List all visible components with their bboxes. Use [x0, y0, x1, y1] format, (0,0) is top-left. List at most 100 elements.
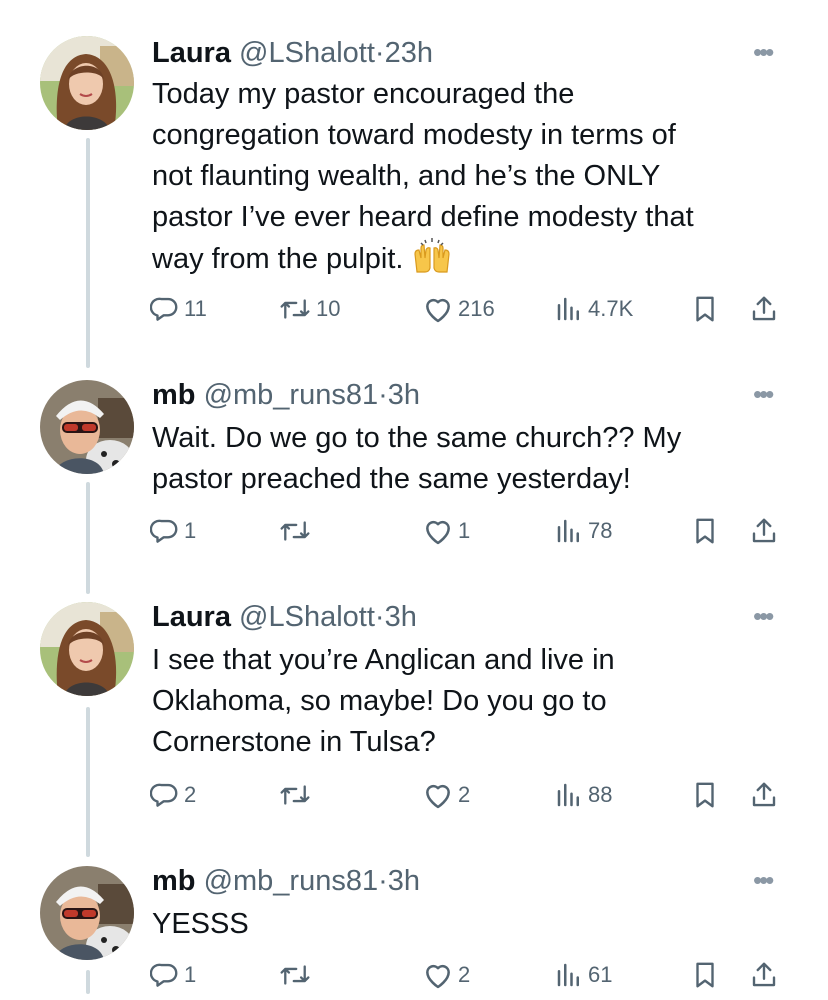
tweet-header: mb @mb_runs81·3h	[152, 864, 420, 898]
tweet-text-line: Today my pastor encouraged the	[152, 78, 575, 110]
share-button[interactable]	[748, 780, 780, 810]
bookmark-icon	[696, 782, 714, 808]
reply-button[interactable]: 2	[150, 780, 196, 810]
reply-count: 1	[184, 962, 197, 987]
bookmark-icon	[696, 296, 714, 322]
author-handle[interactable]: @mb_runs81	[204, 865, 379, 897]
like-button[interactable]: 2	[422, 960, 470, 990]
bookmark-button[interactable]	[690, 780, 720, 810]
share-button[interactable]	[748, 294, 780, 324]
author-name[interactable]: mb	[152, 379, 196, 411]
view-count: 88	[588, 782, 613, 807]
share-icon	[752, 518, 776, 543]
author-handle[interactable]: @mb_runs81	[204, 379, 379, 411]
timestamp[interactable]: 23h	[385, 37, 433, 69]
like-button[interactable]: 2	[422, 780, 470, 810]
separator-dot: ·	[374, 37, 385, 69]
view-count: 4.7K	[588, 296, 634, 321]
views-button[interactable]: 4.7K	[554, 294, 633, 324]
tweet-text-line: not flaunting wealth, and he’s the ONLY	[152, 160, 661, 192]
tweet-text: I see that you’re Anglican and live in O…	[152, 640, 792, 763]
thread-line	[86, 970, 90, 994]
views-button[interactable]: 88	[554, 780, 612, 810]
reply-icon	[150, 783, 178, 807]
tweet-text-line: pastor I’ve ever heard define modesty th…	[152, 201, 694, 233]
timestamp[interactable]: 3h	[388, 865, 420, 897]
tweet-text-line: Oklahoma, so maybe! Do you go to	[152, 685, 607, 717]
reply-count: 2	[184, 782, 197, 807]
share-button[interactable]	[748, 516, 780, 546]
repost-button[interactable]	[278, 780, 316, 810]
reply-icon	[150, 519, 178, 543]
repost-icon	[280, 785, 310, 805]
tweet-text-line: way from the pulpit.	[152, 238, 792, 286]
thread-line	[86, 482, 90, 594]
views-chart-icon	[557, 963, 579, 987]
heart-icon	[426, 298, 450, 323]
tweet-text-line: congregation toward modesty in terms of	[152, 119, 676, 151]
tweet-text-line: Cornerstone in Tulsa?	[152, 726, 436, 758]
like-count: 2	[458, 782, 471, 807]
share-button[interactable]	[748, 960, 780, 990]
repost-button[interactable]	[278, 516, 316, 546]
like-count: 2	[458, 962, 471, 987]
timestamp[interactable]: 3h	[385, 601, 417, 633]
tweet-text-line: Wait. Do we go to the same church?? My	[152, 422, 682, 454]
reply-count: 11	[184, 296, 207, 321]
view-count: 61	[588, 962, 613, 987]
raising-hands-emoji-icon	[411, 238, 453, 286]
repost-icon	[280, 299, 310, 319]
author-name[interactable]: Laura	[152, 37, 231, 69]
bookmark-button[interactable]	[690, 516, 720, 546]
tweet-text-line-content: way from the pulpit.	[152, 243, 404, 275]
avatar-mb[interactable]	[40, 866, 134, 960]
heart-icon	[426, 964, 450, 989]
avatar-laura[interactable]	[40, 36, 134, 130]
like-button[interactable]: 1	[422, 516, 470, 546]
views-button[interactable]: 78	[554, 516, 612, 546]
author-handle[interactable]: @LShalott	[239, 37, 375, 69]
tweet-text: Wait. Do we go to the same church?? My p…	[152, 418, 792, 500]
avatar-mb[interactable]	[40, 380, 134, 474]
reply-button[interactable]: 1	[150, 960, 196, 990]
repost-count: 10	[316, 296, 341, 321]
share-icon	[752, 782, 776, 807]
repost-button[interactable]: 10	[278, 294, 340, 324]
more-options-icon[interactable]: •••	[753, 867, 774, 893]
views-chart-icon	[557, 783, 579, 807]
author-handle[interactable]: @LShalott	[239, 601, 375, 633]
separator-dot: ·	[374, 601, 385, 633]
like-button[interactable]: 216	[422, 294, 495, 324]
separator-dot: ·	[378, 865, 388, 897]
views-chart-icon	[557, 519, 579, 543]
avatar-laura[interactable]	[40, 602, 134, 696]
author-name[interactable]: Laura	[152, 601, 231, 633]
more-options-icon[interactable]: •••	[753, 381, 774, 407]
tweet-text-line: I see that you’re Anglican and live in	[152, 644, 615, 676]
timestamp[interactable]: 3h	[388, 379, 420, 411]
reply-button[interactable]: 11	[150, 294, 207, 324]
share-icon	[752, 296, 776, 321]
tweet-text: Today my pastor encouraged the congregat…	[152, 74, 792, 286]
repost-icon	[280, 965, 310, 985]
tweet-actions: 1 1 78	[150, 516, 790, 556]
tweet-header: Laura @LShalott·23h	[152, 36, 433, 70]
views-button[interactable]: 61	[554, 960, 612, 990]
view-count: 78	[588, 518, 613, 543]
author-name[interactable]: mb	[152, 865, 196, 897]
tweet-actions: 1 2 61	[150, 960, 790, 1000]
reply-count: 1	[184, 518, 197, 543]
tweet-header: Laura @LShalott·3h	[152, 600, 417, 634]
bookmark-button[interactable]	[690, 294, 720, 324]
heart-icon	[426, 520, 450, 545]
thread-line	[86, 138, 90, 368]
bookmark-button[interactable]	[690, 960, 720, 990]
reply-button[interactable]: 1	[150, 516, 196, 546]
more-options-icon[interactable]: •••	[753, 39, 774, 65]
share-icon	[752, 962, 776, 987]
more-options-icon[interactable]: •••	[753, 603, 774, 629]
like-count: 1	[458, 518, 471, 543]
separator-dot: ·	[378, 379, 388, 411]
repost-button[interactable]	[278, 960, 316, 990]
views-chart-icon	[557, 297, 579, 321]
